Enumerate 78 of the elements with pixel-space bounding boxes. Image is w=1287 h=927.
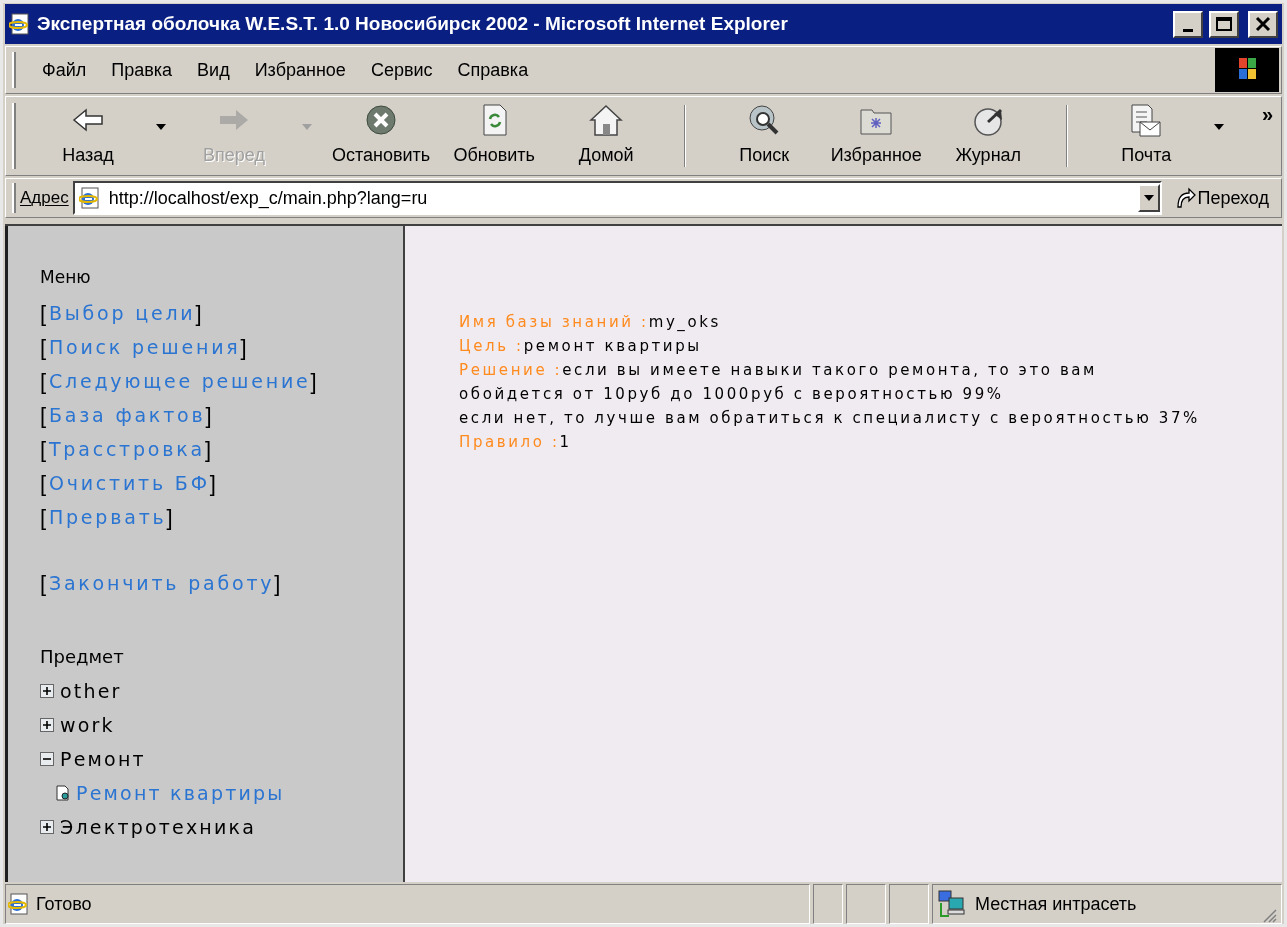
close-button[interactable] (1248, 10, 1278, 38)
go-button[interactable]: Переход (1161, 184, 1281, 212)
menu-item[interactable]: Правка (99, 52, 185, 88)
expand-icon[interactable] (40, 820, 54, 834)
menu-item[interactable]: Файл (30, 52, 99, 88)
bracket: [ (40, 469, 49, 498)
caret-icon (1143, 195, 1154, 201)
field-label: Имя базы знаний : (459, 313, 649, 331)
menu-item[interactable]: Справка (445, 52, 541, 88)
flag-logo-icon (1215, 48, 1279, 92)
toolbar-button[interactable]: Домой (550, 97, 663, 173)
status-pane (846, 884, 886, 924)
bracket: ] (274, 569, 284, 598)
browser-page-icon (9, 13, 31, 35)
toolbar-button[interactable]: Почта (1090, 97, 1203, 173)
bracket: ] (310, 367, 320, 396)
maximize-button[interactable] (1209, 10, 1239, 38)
tree-item[interactable]: Электротехника (60, 812, 257, 842)
minimize-icon (1183, 28, 1193, 32)
bracket: [ (40, 503, 49, 532)
menu-heading: Меню (40, 266, 92, 289)
status-pane (813, 884, 843, 924)
bracket: ] (166, 503, 176, 532)
menu-item[interactable]: Вид (185, 52, 242, 88)
bracket: ] (209, 469, 219, 498)
field-value: обойдется от 10руб до 1000руб с вероятностью 99% (459, 384, 1004, 405)
bracket: [ (40, 435, 49, 464)
network-computers-icon (937, 890, 967, 918)
toolbar-button[interactable]: Избранное (820, 97, 933, 173)
tree-item[interactable]: other (60, 676, 122, 706)
bracket: [ (40, 401, 49, 430)
field-label: Цель : (459, 337, 524, 355)
dropdown-button[interactable] (1137, 184, 1160, 212)
expand-icon[interactable] (40, 684, 54, 698)
field-value: если нет, то лучше вам обратиться к специалисту с вероятностью 37% (459, 408, 1200, 429)
caret-icon (302, 124, 312, 130)
overflow-chevron[interactable]: » (1253, 97, 1281, 129)
address-label: Адрес (20, 187, 69, 210)
status-pane (889, 884, 929, 924)
tree-item[interactable]: work (60, 710, 115, 740)
expand-icon[interactable] (40, 718, 54, 732)
field-value: ремонт квартиры (523, 337, 702, 355)
bracket: [ (40, 333, 49, 362)
tree-item[interactable]: Ремонт (60, 744, 146, 774)
field-value: my_oks (648, 313, 721, 331)
field-value: если вы имеете навыки такого ремонта, то это вам (562, 361, 1098, 379)
bracket: [ (40, 569, 49, 598)
bracket: [ (40, 299, 49, 328)
caret-icon (156, 124, 166, 130)
field-value: 1 (559, 433, 572, 451)
bracket: ] (205, 401, 215, 430)
window-title: Экспертная оболочка W.E.S.T. 1.0 Новосибирск 2002 - Microsoft Internet Explorer (37, 11, 789, 36)
address-input[interactable]: http://localhost/exp_c/main.php?lang=ru (108, 184, 1138, 212)
bracket: ] (195, 299, 205, 328)
browser-page-icon (8, 893, 30, 915)
address-field[interactable]: http://localhost/exp_c/main.php?lang=ru (72, 181, 1162, 215)
toolbar-button[interactable]: Остановить (324, 97, 439, 173)
zone-text: Местная интрасеть (975, 892, 1138, 916)
maximize-icon (1215, 16, 1233, 32)
browser-page-icon (78, 187, 101, 209)
back-button[interactable]: Назад (32, 97, 144, 173)
tree-heading: Предмет (40, 645, 125, 669)
document-icon (56, 785, 70, 801)
caret-icon (1214, 124, 1225, 130)
close-icon (1254, 16, 1272, 32)
menu-item[interactable]: Сервис (358, 52, 445, 88)
minimize-button[interactable] (1173, 10, 1203, 38)
toolbar-button[interactable]: Поиск (708, 97, 821, 173)
field-label: Правило : (459, 433, 560, 451)
status-text: Готово (36, 892, 92, 916)
bracket: [ (40, 367, 49, 396)
collapse-icon[interactable] (40, 752, 54, 766)
bracket: ] (240, 333, 250, 362)
menu-item[interactable]: Избранное (242, 52, 358, 88)
field-label: Решение : (459, 361, 563, 379)
toolbar-button[interactable]: Обновить (438, 97, 551, 173)
toolbar-button[interactable]: Журнал (932, 97, 1045, 173)
bracket: ] (205, 435, 214, 464)
